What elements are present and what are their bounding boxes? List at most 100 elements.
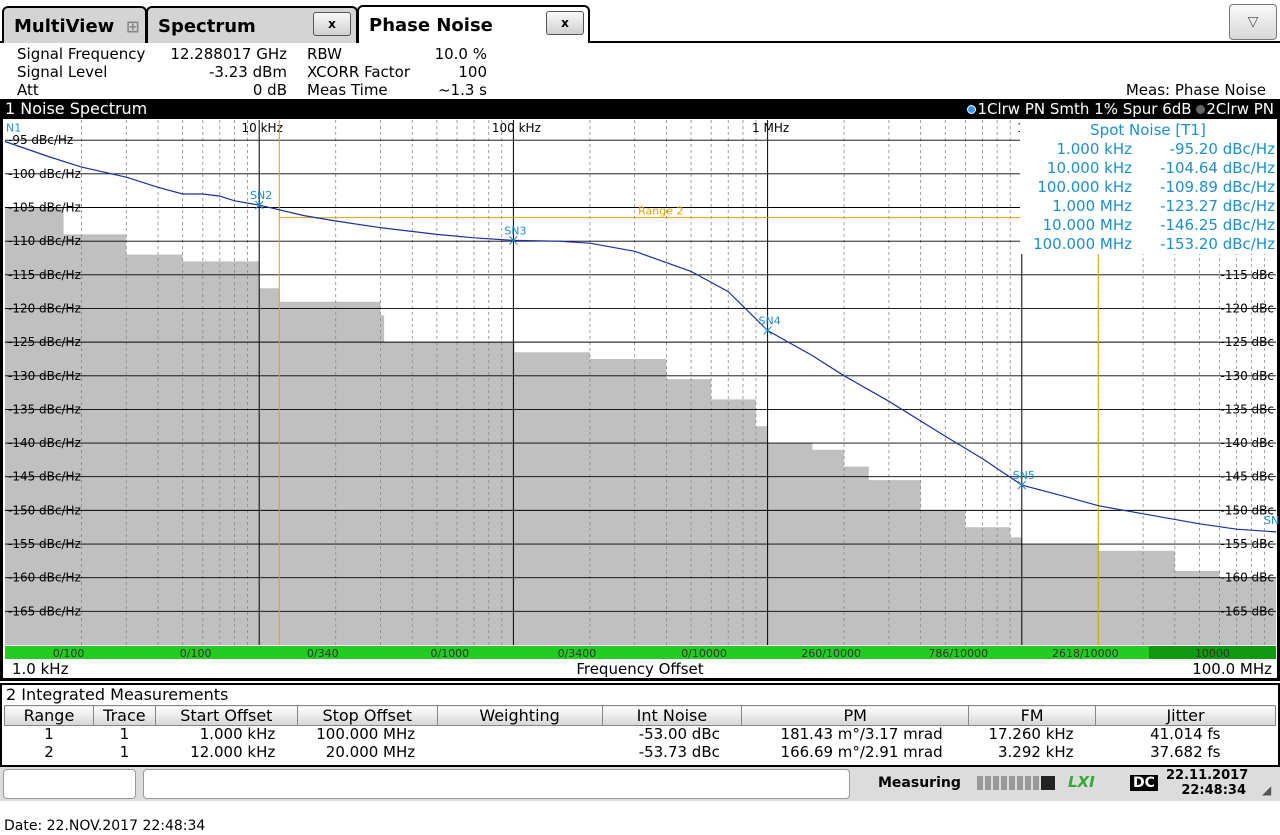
spot-noise-marker-label: SN4: [758, 314, 780, 327]
cell-fm: 17.260 kHz: [988, 725, 1074, 744]
lxi-icon: LXI: [1068, 773, 1095, 791]
sweep-progress-segment-label: 2618/10000: [1052, 647, 1119, 660]
tab-spectrum-label: Spectrum: [158, 16, 256, 37]
tab-multiview[interactable]: MultiView ⊞: [2, 6, 147, 43]
meas-title: Meas: Phase Noise: [1125, 81, 1266, 99]
spot-noise-value: -104.64 dBc/Hz: [1160, 159, 1275, 177]
sweep-progress-segment-label: 260/10000: [801, 647, 861, 660]
signal-frequency-label: Signal Frequency: [17, 45, 146, 63]
integrated-measurements-table: Range Trace Start Offset Stop Offset Wei…: [4, 705, 1276, 762]
marker-sn-edge-label: SN: [1264, 514, 1279, 527]
y-tick-label-left: -145 dBc/Hz: [8, 470, 81, 484]
rbw-label: RBW: [307, 45, 343, 63]
cell-trace: 1: [119, 743, 130, 761]
spot-noise-marker-label: SN2: [250, 189, 272, 202]
y-tick-label-left: -150 dBc/Hz: [8, 503, 81, 517]
col-trace[interactable]: Trace: [92, 705, 156, 726]
spot-noise-marker-label: SN5: [1013, 469, 1035, 482]
status-message-field[interactable]: [143, 769, 850, 799]
integrated-measurements-title: 2 Integrated Measurements: [0, 683, 1280, 705]
col-range[interactable]: Range: [4, 705, 94, 726]
col-start-offset[interactable]: Start Offset: [154, 705, 298, 726]
cell-trace: 1: [119, 725, 130, 744]
sweep-progress-segment-label: 10000: [1195, 647, 1230, 660]
measuring-status: Measuring: [878, 775, 961, 791]
status-time: 22:48:34: [1181, 783, 1246, 798]
y-tick-label-right: -140 dBc: [1221, 436, 1275, 450]
y-tick-label-right: -130 dBc: [1221, 369, 1275, 383]
cell-range: 2: [44, 743, 54, 761]
spot-noise-value: -153.20 dBc/Hz: [1160, 235, 1275, 253]
col-pm[interactable]: PM: [741, 705, 970, 726]
y-tick-label-right: -125 dBc: [1221, 335, 1275, 349]
att-value: 0 dB: [252, 81, 287, 99]
col-fm[interactable]: FM: [968, 705, 1097, 726]
cell-pm: 181.43 m°/3.17 mrad: [780, 725, 943, 744]
y-tick-label-left: -125 dBc/Hz: [8, 335, 81, 349]
trace1-label: 1Clrw PN Smth 1% Spur 6dB: [977, 100, 1192, 118]
att-label: Att: [17, 81, 39, 99]
y-tick-label-right: -120 dBc: [1221, 301, 1275, 315]
xcorr-value: 100: [458, 63, 487, 81]
chevron-down-icon[interactable]: ▽: [1229, 4, 1277, 40]
col-weighting[interactable]: Weighting: [436, 705, 603, 726]
cell-int-noise: -53.00 dBc: [638, 725, 720, 744]
trace1-dot-icon: [967, 105, 977, 114]
y-tick-label-left: -110 dBc/Hz: [8, 234, 81, 248]
sweep-progress-segment-label: 0/3400: [558, 647, 597, 660]
spot-noise-offset: 100.000 MHz: [1033, 235, 1132, 253]
x-axis-title: Frequency Offset: [576, 660, 703, 678]
close-tab-spectrum-button[interactable]: x: [313, 12, 351, 36]
sweep-progress-segment-label: 0/340: [307, 647, 339, 660]
table-row[interactable]: 1 1 1.000 kHz 100.000 MHz -53.00 dBc 181…: [5, 726, 1276, 744]
spot-noise-value: -123.27 dBc/Hz: [1160, 197, 1275, 215]
tab-multiview-label: MultiView: [14, 16, 115, 37]
x-stop-label: 100.0 MHz: [1192, 660, 1272, 678]
col-stop-offset[interactable]: Stop Offset: [296, 705, 438, 726]
cell-range: 1: [44, 725, 54, 744]
date-time: 22.11.2017 22:48:34: [1166, 768, 1249, 798]
signal-level-label: Signal Level: [17, 63, 108, 81]
status-field-1[interactable]: [3, 769, 136, 799]
cell-int-noise: -53.73 dBc: [638, 743, 720, 761]
y-tick-label-left: -95 dBc/Hz: [8, 133, 73, 147]
close-tab-phase-noise-button[interactable]: x: [546, 11, 584, 35]
y-tick-label-left: -115 dBc/Hz: [8, 268, 81, 282]
footer-date: Date: 22.NOV.2017 22:48:34: [4, 818, 206, 834]
progress-bar: [977, 776, 1057, 790]
noise-floor-area: [5, 207, 1276, 645]
range-label: Range 2: [638, 205, 683, 218]
sweep-progress-segment-label: 0/1000: [430, 647, 469, 660]
status-date: 22.11.2017: [1166, 768, 1249, 783]
tab-phase-noise[interactable]: Phase Noise x: [357, 5, 590, 43]
spot-noise-offset: 10.000 MHz: [1043, 216, 1132, 234]
dc-coupling-badge[interactable]: DC: [1130, 775, 1158, 791]
cell-pm: 166.69 m°/2.91 mrad: [780, 743, 943, 761]
y-tick-label-right: -165 dBc: [1221, 604, 1275, 618]
status-bar: Measuring LXI DC 22.11.2017 22:48:34 ◢: [0, 767, 1280, 801]
diagram-title: 1 Noise Spectrum: [5, 99, 148, 118]
cell-jitter: 37.682 fs: [1150, 743, 1221, 761]
y-tick-label-right: -145 dBc: [1221, 470, 1275, 484]
y-tick-label-right: -115 dBc: [1221, 268, 1275, 282]
table-row[interactable]: 2 1 12.000 kHz 20.000 MHz -53.73 dBc 166…: [5, 744, 1276, 762]
col-jitter[interactable]: Jitter: [1095, 705, 1276, 726]
meas-time-value: ~1.3 s: [437, 81, 487, 99]
spot-noise-marker-label: SN3: [504, 224, 526, 237]
y-tick-label-right: -155 dBc: [1221, 537, 1275, 551]
y-tick-label-left: -135 dBc/Hz: [8, 402, 81, 416]
cell-weighting: [437, 744, 602, 762]
cell-jitter: 41.014 fs: [1150, 725, 1221, 744]
noise-spectrum-plot[interactable]: -95 dBc/Hz -100 dBc/Hz -105 dBc/Hz -110 dBc…: [0, 119, 1280, 681]
sweep-progress-segment-label: 786/10000: [928, 647, 988, 660]
table-header-row: Range Trace Start Offset Stop Offset Wei…: [4, 705, 1276, 726]
spot-noise-value: -109.89 dBc/Hz: [1160, 178, 1275, 196]
col-int-noise[interactable]: Int Noise: [601, 705, 743, 726]
cell-weighting: [437, 726, 602, 744]
cell-start-offset: 1.000 kHz: [199, 725, 276, 744]
tab-spectrum[interactable]: Spectrum x: [146, 6, 358, 43]
y-tick-label-left: -120 dBc/Hz: [8, 301, 81, 315]
xcorr-label: XCORR Factor: [307, 63, 410, 81]
resize-grip-icon[interactable]: ◢: [1262, 783, 1271, 797]
spot-noise-offset: 100.000 kHz: [1037, 178, 1132, 196]
